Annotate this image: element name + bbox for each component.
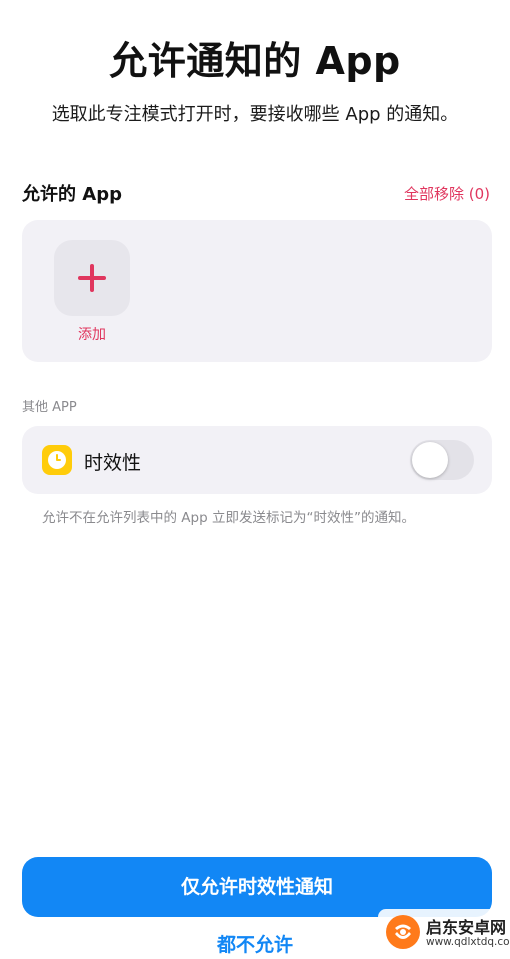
remove-all-button[interactable]: 全部移除 (0) [404, 183, 490, 204]
page-title: 允许通知的 App [109, 39, 401, 83]
allow-time-sensitive-only-button[interactable]: 仅允许时效性通知 [22, 857, 492, 917]
plus-icon [78, 264, 106, 292]
site-logo-icon [386, 915, 420, 949]
toggle-knob [412, 442, 448, 478]
time-sensitive-footnote: 允许不在允许列表中的 App 立即发送标记为“时效性”的通知。 [42, 510, 415, 526]
watermark-name: 启东安卓网 [426, 918, 507, 937]
add-app-label: 添加 [78, 327, 106, 343]
time-sensitive-toggle[interactable] [410, 440, 474, 480]
site-watermark: 启东安卓网 www.qdlxtdq.com [378, 909, 510, 955]
allowed-apps-header: 允许的 App 全部移除 (0) [22, 180, 490, 206]
time-sensitive-row: 时效性 [22, 426, 492, 494]
page-subtitle: 选取此专注模式打开时，要接收哪些 App 的通知。 [51, 104, 459, 125]
allowed-apps-title: 允许的 App [22, 184, 122, 205]
other-apps-label: 其他 APP [22, 400, 77, 415]
clock-icon [42, 445, 72, 475]
add-app-button[interactable] [54, 240, 130, 316]
time-sensitive-label: 时效性 [84, 452, 142, 474]
allowed-apps-card: 添加 [22, 220, 492, 362]
watermark-url: www.qdlxtdq.com [426, 936, 510, 948]
